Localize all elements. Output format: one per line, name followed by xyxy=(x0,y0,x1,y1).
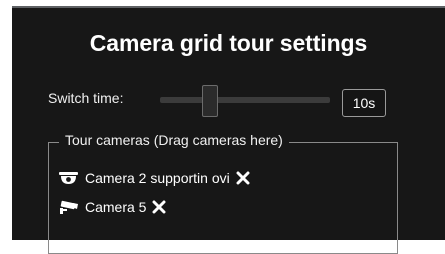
slider-thumb[interactable] xyxy=(202,85,218,117)
bullet-camera-icon xyxy=(58,199,79,215)
tour-camera-item[interactable]: Camera 2 supportin ovi xyxy=(58,168,250,188)
switch-time-slider[interactable] xyxy=(160,84,330,120)
dome-camera-icon xyxy=(58,170,79,186)
camera-grid-tour-settings-dialog: Camera grid tour settings Switch time: 1… xyxy=(12,6,445,254)
slider-track[interactable] xyxy=(160,97,330,103)
tour-camera-item[interactable]: Camera 5 xyxy=(58,197,166,217)
tour-cameras-drop-zone[interactable]: Tour cameras (Drag cameras here) Camera … xyxy=(48,132,398,254)
close-icon[interactable] xyxy=(236,171,250,185)
switch-time-value-field[interactable]: 10s xyxy=(342,89,386,117)
tour-camera-label: Camera 5 xyxy=(85,199,147,215)
close-icon[interactable] xyxy=(152,200,166,214)
tour-camera-label: Camera 2 supportin ovi xyxy=(85,170,230,186)
dialog-title: Camera grid tour settings xyxy=(89,30,368,56)
switch-time-label: Switch time: xyxy=(48,90,124,106)
dialog-top-edge xyxy=(12,6,445,8)
tour-cameras-label: Tour cameras (Drag cameras here) xyxy=(59,132,289,148)
